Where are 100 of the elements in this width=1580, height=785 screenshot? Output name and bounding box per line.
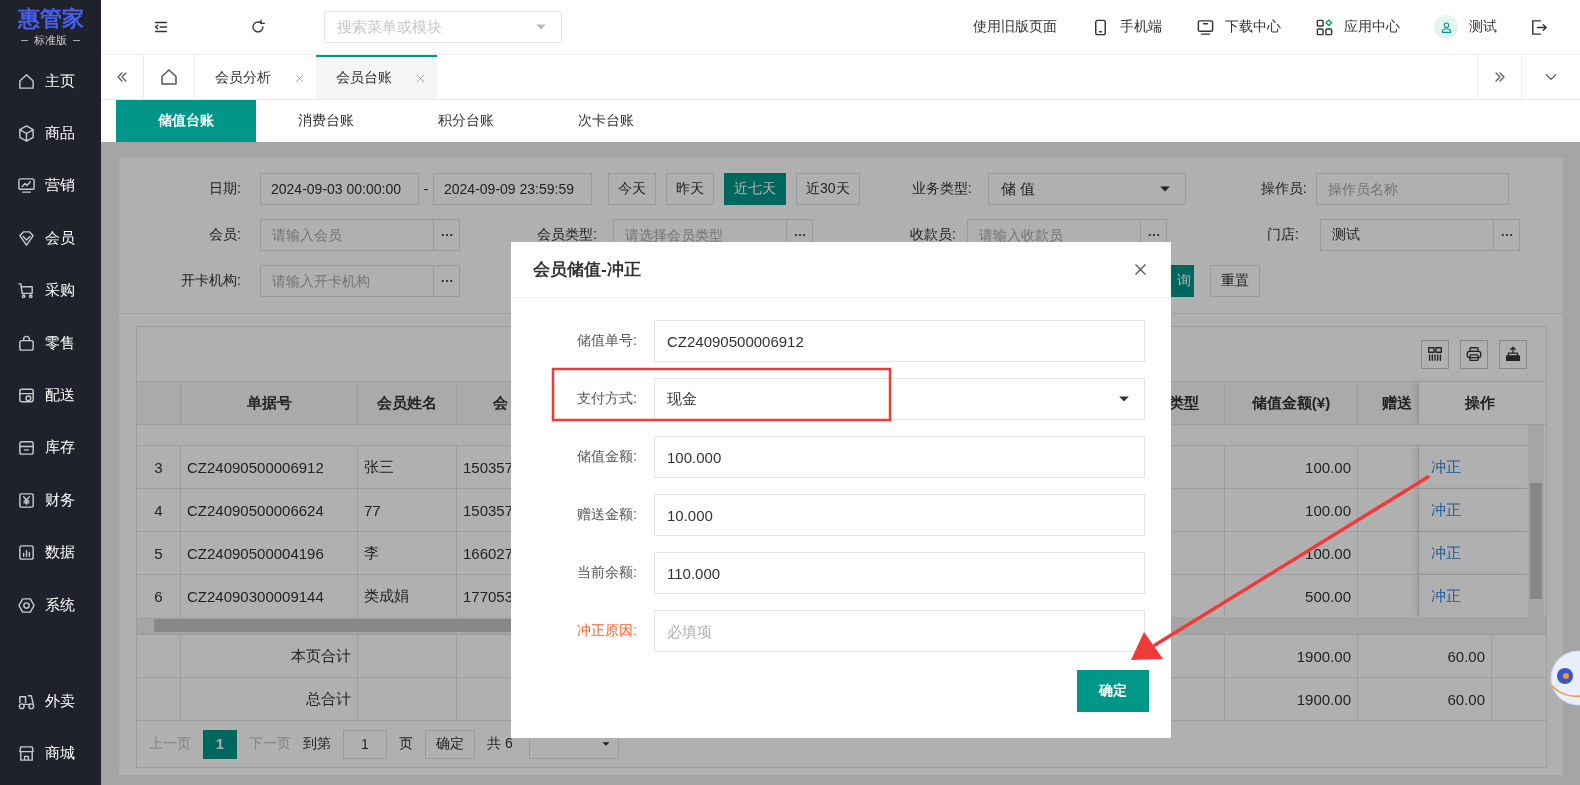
date-range-button[interactable]: 昨天 (666, 173, 714, 205)
bag-icon (17, 333, 36, 353)
yen-icon (17, 490, 36, 510)
nav-item[interactable]: 配送 (0, 369, 101, 422)
input-field[interactable]: 2024-09-03 00:00:00 (260, 173, 419, 205)
input-field[interactable]: 2024-09-09 23:59:59 (433, 173, 592, 205)
sub-tab[interactable]: 消费台账 (256, 100, 396, 142)
separator: - (422, 181, 430, 197)
field-label: 收款员: (909, 226, 956, 244)
nav-item[interactable]: 营销 (0, 159, 101, 213)
nav-item[interactable]: 外卖 (0, 675, 101, 728)
table-cell: CZ24090500006912 (181, 446, 358, 488)
table-cell: 100.00 (1225, 446, 1358, 488)
table-cell: 总合计 (181, 678, 358, 720)
table-cell: CZ24090500004196 (181, 532, 358, 574)
cart-icon (17, 281, 36, 301)
nav-item[interactable]: 财务 (0, 474, 101, 527)
hexagon-icon (17, 595, 36, 615)
header-link[interactable]: 手机端 (1091, 17, 1162, 37)
confirm-button[interactable]: 确定 (1077, 670, 1149, 712)
export-icon (1504, 345, 1522, 363)
input-field[interactable]: 测试 (1320, 219, 1494, 251)
nav-item[interactable]: 库存 (0, 421, 101, 475)
nav-item[interactable]: 采购 (0, 264, 101, 317)
header-link[interactable]: 下载中心 (1196, 17, 1281, 37)
go-button[interactable]: 确定 (425, 729, 475, 759)
cube-icon (17, 124, 36, 144)
home-icon (17, 71, 36, 91)
nav-item[interactable]: 商品 (0, 107, 101, 160)
select-field[interactable]: 现金 (654, 378, 1145, 420)
columns-icon (1426, 345, 1444, 363)
nav-item[interactable]: 零售 (0, 316, 101, 370)
table-cell: 60.00 (1358, 678, 1492, 720)
field-label: 会员: (208, 226, 241, 244)
apps-icon (1315, 17, 1334, 37)
field-label: 门店: (1266, 226, 1299, 244)
nav-item[interactable]: 数据 (0, 526, 101, 579)
column-header: 单据号 (181, 382, 358, 424)
table-cell: 李 (358, 532, 457, 574)
field-label: 日期: (208, 180, 241, 198)
date-range-button[interactable]: 近30天 (796, 173, 860, 205)
input-field[interactable]: 1 (343, 729, 387, 759)
sub-tab[interactable]: 储值台账 (116, 100, 256, 142)
table-cell: CZ24090500006624 (181, 489, 358, 531)
scrollbar-thumb[interactable] (1530, 483, 1542, 599)
page-unit-label: 页 (399, 735, 413, 753)
table-cell: 77 (358, 489, 457, 531)
nav-item[interactable]: 主页 (0, 55, 101, 108)
sub-tab[interactable]: 次卡台账 (536, 100, 676, 142)
field-label: 储值单号: (576, 332, 637, 350)
page-tab[interactable]: 会员台账 (316, 55, 437, 99)
column-header: 会员姓名 (358, 382, 457, 424)
select-field[interactable]: 储 值 (987, 173, 1186, 205)
field-label: 开卡机构: (180, 272, 241, 290)
table-cell: 4 (137, 489, 181, 531)
input-field[interactable]: 操作员名称 (1315, 173, 1509, 205)
field-label: 操作员: (1259, 180, 1307, 198)
field-label: 会员类型: (536, 226, 597, 244)
header-link[interactable]: 使用旧版页面 (973, 18, 1057, 36)
chart-monitor-icon (17, 176, 36, 196)
user-name[interactable]: 测试 (1469, 18, 1497, 36)
close-icon (1132, 261, 1149, 278)
input-field[interactable]: CZ24090500006912 (654, 320, 1145, 362)
column-header: 操作 (1419, 382, 1546, 424)
refresh-icon (249, 18, 267, 36)
sub-tab[interactable]: 积分台账 (396, 100, 536, 142)
dialog-title: 会员储值-冲正 (533, 259, 641, 281)
monitor-icon (1196, 17, 1215, 37)
input-field[interactable]: 100.000 (654, 436, 1145, 478)
nav-item[interactable]: 系统 (0, 578, 101, 632)
input-field[interactable]: 请输入会员 (260, 219, 434, 251)
input-field[interactable]: 110.000 (654, 552, 1145, 594)
logout-icon[interactable] (1529, 17, 1548, 37)
print-button[interactable] (1460, 339, 1488, 369)
table-cell: 张三 (358, 446, 457, 488)
table-cell: 1900.00 (1225, 635, 1358, 677)
date-range-button[interactable]: 今天 (608, 173, 656, 205)
nav-item[interactable]: 会员 (0, 212, 101, 265)
goto-label: 到第 (303, 735, 331, 753)
header-link[interactable]: 应用中心 (1315, 17, 1400, 37)
table-cell: 100.00 (1225, 532, 1358, 574)
bar-chart-icon (17, 543, 36, 563)
drawer-icon (17, 438, 36, 458)
reset-button[interactable]: 重置 (1210, 265, 1260, 297)
column-header: 储值金额(¥) (1225, 382, 1358, 424)
table-cell: 5 (137, 532, 181, 574)
page-tab[interactable]: 会员分析 (195, 55, 316, 99)
avatar-icon[interactable] (1434, 15, 1458, 39)
field-label: 业务类型: (910, 180, 972, 198)
printer-icon (1465, 345, 1483, 363)
columns-button[interactable] (1421, 339, 1449, 369)
input-field[interactable]: 必填项 (654, 610, 1145, 652)
close-button[interactable] (1132, 261, 1149, 278)
table-cell: 100.00 (1225, 489, 1358, 531)
gem-icon (17, 228, 36, 248)
input-field[interactable]: 10.000 (654, 494, 1145, 536)
field-label: 冲正原因: (576, 622, 637, 640)
nav-item[interactable]: 商城 (0, 727, 101, 780)
table-cell: 本页合计 (181, 635, 358, 677)
export-button[interactable] (1499, 339, 1527, 369)
